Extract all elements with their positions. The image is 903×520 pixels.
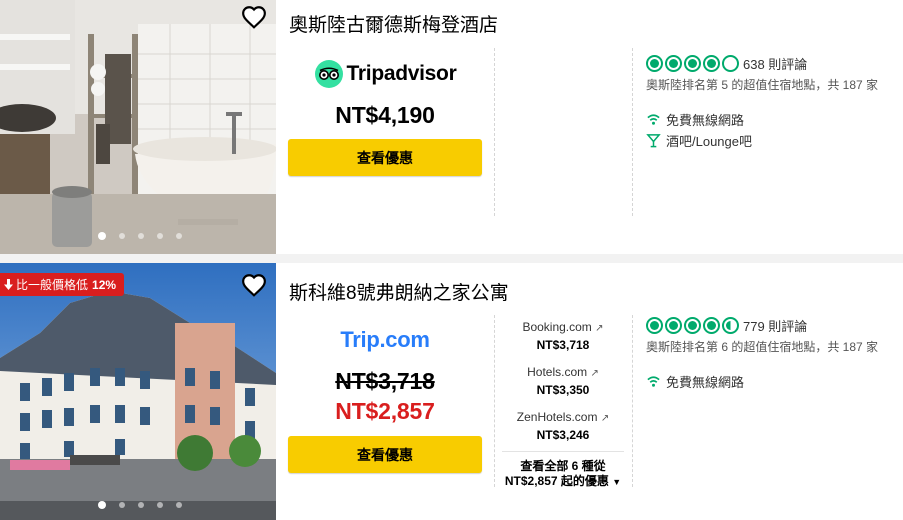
view-deal-button[interactable]: 查看優惠 <box>288 139 482 176</box>
provider-logo-text: Trip.com <box>340 327 430 352</box>
rating-bubble-empty-icon <box>722 54 739 72</box>
caret-down-icon: ▼ <box>612 477 622 487</box>
provider-name: Booking.com <box>522 320 592 334</box>
divider <box>632 315 633 487</box>
carousel-dot[interactable] <box>119 502 125 508</box>
photo-carousel-dots <box>0 501 276 509</box>
provider-name: Hotels.com <box>527 365 588 379</box>
rank-text: 奧斯陸排名第 6 的超值住宿地點，共 187 家 <box>646 340 879 354</box>
main-deal: Tripadvisor NT$4,190 查看優惠 <box>288 59 482 176</box>
hotel-photo[interactable] <box>0 0 276 254</box>
amenity-item: 免費無線網路 <box>646 371 896 392</box>
heart-icon[interactable] <box>241 5 267 29</box>
carousel-dot[interactable] <box>119 233 125 239</box>
rating-bubble-full-icon <box>646 316 663 334</box>
rating-bubble-full-icon <box>684 54 701 72</box>
building-photo-image <box>0 263 276 520</box>
amenities-list: 免費無線網路 <box>646 371 896 392</box>
provider-offer[interactable]: ZenHotels.com ↗ NT$3,246 <box>502 409 624 443</box>
discount-badge: 比一般價格低 12% <box>0 273 125 296</box>
provider-offer[interactable]: Booking.com ↗ NT$3,718 <box>502 319 624 353</box>
rating-bubble-full-icon <box>703 316 720 334</box>
rating[interactable]: 779 則評論 <box>646 314 896 336</box>
external-link-icon: ↗ <box>590 368 599 379</box>
rating-bubble-half-icon <box>722 316 739 334</box>
rank-text: 奧斯陸排名第 5 的超值住宿地點，共 187 家 <box>646 78 879 92</box>
provider-offer[interactable]: Hotels.com ↗ NT$3,350 <box>502 364 624 398</box>
other-providers: Booking.com ↗ NT$3,718 Hotels.com ↗ NT$3… <box>502 319 624 490</box>
external-link-icon: ↗ <box>600 413 610 424</box>
amenity-label: 酒吧/Lounge吧 <box>666 134 752 149</box>
rating-bubbles <box>646 54 739 72</box>
hotel-info: 638 則評論 奧斯陸排名第 5 的超值住宿地點，共 187 家 免費無線網路 … <box>646 52 896 151</box>
deal-price: NT$4,190 <box>335 102 435 128</box>
carousel-dot[interactable] <box>98 232 106 240</box>
arrow-down-icon <box>4 279 13 290</box>
view-all-line1: 查看全部 6 種從 <box>520 459 606 473</box>
wifi-icon <box>647 376 660 387</box>
tripadvisor-owl-icon <box>314 60 343 88</box>
hotel-info: 779 則評論 奧斯陸排名第 6 的超值住宿地點，共 187 家 免費無線網路 <box>646 314 896 392</box>
hotel-card: 奧斯陸古爾德斯梅登酒店 Tripadvisor NT$4,190 查看優惠 63… <box>0 0 903 254</box>
rating-bubble-full-icon <box>665 316 682 334</box>
external-link-icon: ↗ <box>595 323 604 334</box>
hotel-name[interactable]: 斯科維8號弗朗納之家公寓 <box>289 278 509 305</box>
hotel-card: 比一般價格低 12% 斯科維8號弗朗納之家公寓 Trip.com NT$3,71… <box>0 263 903 520</box>
divider <box>494 48 495 216</box>
rating-bubble-full-icon <box>684 316 701 334</box>
main-deal: Trip.com NT$3,718 NT$2,857 查看優惠 <box>288 327 482 473</box>
view-all-line2: NT$2,857 起的優惠 <box>504 474 609 488</box>
amenity-item: 免費無線網路 <box>646 109 896 130</box>
carousel-dot[interactable] <box>157 233 163 239</box>
provider-logo-text: Tripadvisor <box>346 62 457 85</box>
badge-text: 比一般價格低 <box>16 278 89 292</box>
bathroom-photo-image <box>0 0 276 254</box>
review-count[interactable]: 638 則評論 <box>743 54 807 73</box>
hotel-name[interactable]: 奧斯陸古爾德斯梅登酒店 <box>289 10 498 37</box>
amenities-list: 免費無線網路 酒吧/Lounge吧 <box>646 109 896 151</box>
provider-price: NT$3,246 <box>536 428 590 442</box>
review-count[interactable]: 779 則評論 <box>743 316 807 335</box>
deal-price: NT$2,857 <box>335 398 435 424</box>
provider-price: NT$3,718 <box>536 338 590 352</box>
divider <box>632 48 633 216</box>
hotel-photo[interactable]: 比一般價格低 12% <box>0 263 276 520</box>
amenity-item: 酒吧/Lounge吧 <box>646 130 896 151</box>
wifi-icon <box>647 114 660 125</box>
provider-price: NT$3,350 <box>536 383 590 397</box>
divider <box>494 315 495 487</box>
amenity-label: 免費無線網路 <box>666 375 745 390</box>
rating-bubble-full-icon <box>665 54 682 72</box>
rating-bubble-full-icon <box>646 54 663 72</box>
carousel-dot[interactable] <box>176 502 182 508</box>
rating-bubble-full-icon <box>703 54 720 72</box>
rating[interactable]: 638 則評論 <box>646 52 896 74</box>
carousel-dot[interactable] <box>176 233 182 239</box>
badge-percent: 12% <box>92 277 117 292</box>
rating-bubbles <box>646 316 739 334</box>
carousel-dot[interactable] <box>157 502 163 508</box>
heart-icon[interactable] <box>241 273 267 297</box>
carousel-dot[interactable] <box>138 502 144 508</box>
tripadvisor-logo: Tripadvisor <box>288 59 482 89</box>
cocktail-icon <box>646 134 661 148</box>
carousel-dot[interactable] <box>98 501 106 509</box>
view-deal-button[interactable]: 查看優惠 <box>288 436 482 473</box>
carousel-dot[interactable] <box>138 233 144 239</box>
photo-carousel-dots <box>0 232 276 240</box>
view-all-deals-link[interactable]: 查看全部 6 種從 NT$2,857 起的優惠 ▼ <box>502 451 624 490</box>
provider-name: ZenHotels.com <box>516 410 598 424</box>
amenity-label: 免費無線網路 <box>666 113 745 128</box>
original-price: NT$3,718 <box>335 368 435 394</box>
